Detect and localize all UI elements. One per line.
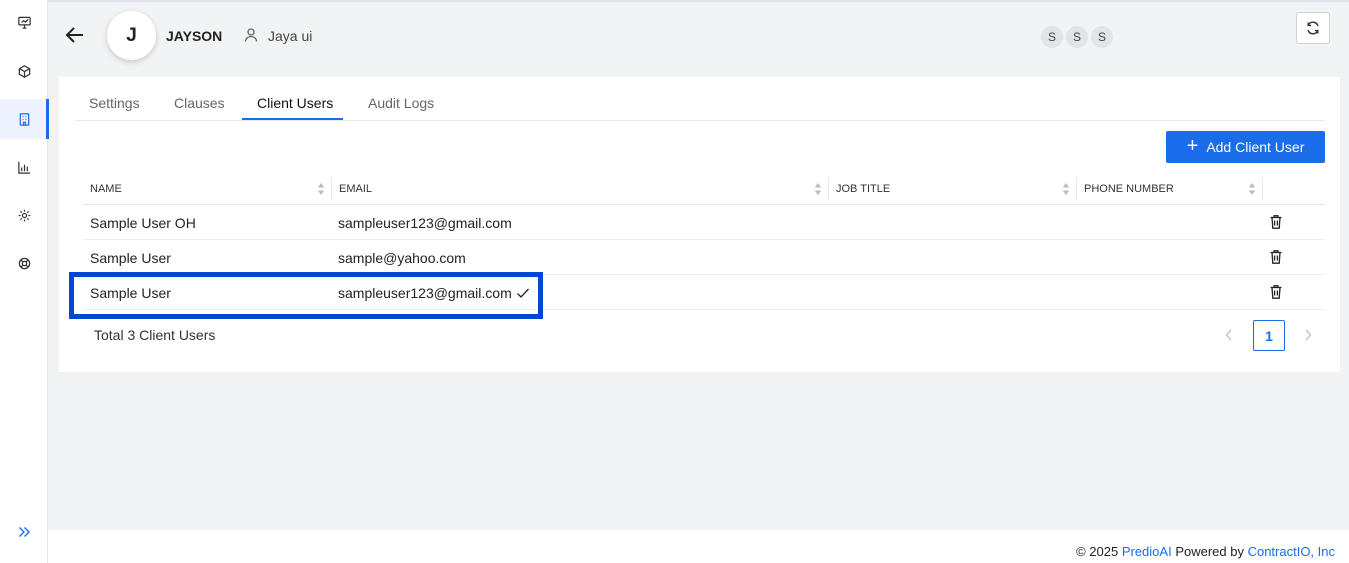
- sidebar-item-support[interactable]: [0, 243, 48, 283]
- sort-icon[interactable]: [814, 182, 822, 196]
- building-icon: [19, 112, 29, 126]
- footer-copyright: © 2025: [1076, 544, 1122, 559]
- pagination-next-button[interactable]: [1300, 325, 1316, 345]
- total-count: Total 3 Client Users: [94, 327, 216, 343]
- sort-icon[interactable]: [1062, 182, 1070, 196]
- column-header-job-title[interactable]: JOB TITLE: [829, 172, 1076, 205]
- column-divider: [1262, 178, 1263, 200]
- client-users-table: NAME EMAIL JOB TITLE PHONE NUMBER Sample…: [83, 172, 1325, 310]
- check-icon: [516, 288, 529, 298]
- table-row: Sample User sampleuser123@gmail.com: [83, 275, 1325, 310]
- add-client-user-button[interactable]: + Add Client User: [1166, 131, 1325, 163]
- sort-icon[interactable]: [317, 182, 325, 196]
- cell-name: Sample User: [90, 249, 171, 266]
- cell-email: sampleuser123@gmail.com: [338, 275, 530, 310]
- table-row: Sample User OH sampleuser123@gmail.com: [83, 205, 1325, 240]
- owner-name: Jaya ui: [268, 28, 313, 44]
- bar-chart-icon: [17, 161, 30, 174]
- presence-avatar[interactable]: S: [1089, 24, 1115, 50]
- trash-icon[interactable]: [1269, 214, 1283, 230]
- column-header-name[interactable]: NAME: [83, 172, 331, 205]
- sidebar-expand-button[interactable]: [12, 520, 36, 544]
- arrow-left-icon: [65, 27, 83, 43]
- sidebar-item-analytics[interactable]: [0, 147, 48, 187]
- user-icon: [244, 28, 258, 42]
- client-name: JAYSON: [166, 28, 223, 44]
- pagination-page-current[interactable]: 1: [1253, 320, 1285, 351]
- presentation-icon: [17, 16, 31, 29]
- active-tab-indicator: [242, 118, 343, 120]
- add-client-user-label: Add Client User: [1206, 139, 1305, 155]
- tab-bar: Settings Clauses Client Users Audit Logs: [75, 77, 1325, 121]
- table-row: Sample User sample@yahoo.com: [83, 240, 1325, 275]
- sidebar-item-products[interactable]: [0, 51, 48, 91]
- sidebar: [0, 0, 49, 563]
- presence-avatar[interactable]: S: [1064, 24, 1090, 50]
- top-border: [0, 0, 1349, 2]
- chevron-right-icon: [1305, 329, 1312, 341]
- column-header-email[interactable]: EMAIL: [332, 172, 828, 205]
- sort-icon[interactable]: [1248, 182, 1256, 196]
- sidebar-item-clients[interactable]: [0, 99, 49, 139]
- sidebar-item-dashboard[interactable]: [0, 2, 48, 42]
- refresh-button[interactable]: [1296, 12, 1330, 44]
- back-button[interactable]: [62, 22, 88, 48]
- tab-client-users[interactable]: Client Users: [257, 95, 333, 111]
- cell-email-text: sampleuser123@gmail.com: [338, 284, 512, 301]
- table-header: NAME EMAIL JOB TITLE PHONE NUMBER: [83, 172, 1325, 205]
- footer-company-link[interactable]: ContractIO, Inc: [1248, 544, 1335, 559]
- cube-icon: [18, 64, 30, 78]
- footer-powered-by: Powered by: [1171, 544, 1248, 559]
- column-header-phone-number[interactable]: PHONE NUMBER: [1077, 172, 1262, 205]
- support-icon: [18, 257, 30, 269]
- tab-audit-logs[interactable]: Audit Logs: [368, 95, 434, 111]
- presence-avatars: S S S: [1039, 24, 1115, 50]
- footer-brand-link[interactable]: PredioAI: [1122, 544, 1172, 559]
- cell-name: Sample User OH: [90, 214, 196, 231]
- footer: © 2025 PredioAI Powered by ContractIO, I…: [1076, 544, 1335, 559]
- client-users-card: Settings Clauses Client Users Audit Logs…: [59, 77, 1340, 372]
- plus-icon: +: [1186, 135, 1199, 157]
- client-avatar: J: [107, 11, 156, 60]
- pagination-prev-button[interactable]: [1221, 325, 1237, 345]
- gear-icon: [18, 209, 30, 221]
- trash-icon[interactable]: [1269, 249, 1283, 265]
- cell-email: sampleuser123@gmail.com: [338, 214, 512, 231]
- tab-clauses[interactable]: Clauses: [174, 95, 225, 111]
- cell-name: Sample User: [90, 284, 171, 301]
- sidebar-item-settings[interactable]: [0, 195, 48, 235]
- cell-email: sample@yahoo.com: [338, 249, 466, 266]
- chevron-left-icon: [1225, 329, 1232, 341]
- presence-avatar[interactable]: S: [1039, 24, 1065, 50]
- refresh-icon: [1307, 21, 1319, 35]
- double-chevron-right-icon: [19, 527, 30, 537]
- tab-settings[interactable]: Settings: [89, 95, 140, 111]
- trash-icon[interactable]: [1269, 284, 1283, 300]
